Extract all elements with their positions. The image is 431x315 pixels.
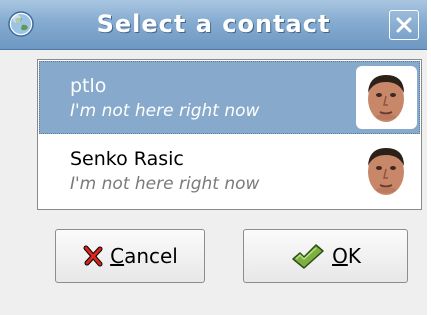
face-avatar bbox=[368, 75, 404, 122]
window-edge bbox=[427, 0, 431, 315]
cancel-button[interactable]: Cancel bbox=[55, 229, 205, 283]
contact-list[interactable]: ptlo I'm not here right now Senko Rasic … bbox=[37, 59, 422, 210]
ok-label-rest: K bbox=[347, 244, 361, 268]
red-x-icon bbox=[83, 245, 103, 267]
contact-row[interactable]: ptlo I'm not here right now bbox=[39, 61, 420, 134]
titlebar[interactable]: Select a contact bbox=[0, 0, 427, 50]
dialog-title: Select a contact bbox=[96, 10, 331, 38]
contact-status: I'm not here right now bbox=[70, 101, 260, 121]
face-avatar bbox=[368, 148, 404, 195]
contact-name: ptlo bbox=[70, 75, 107, 97]
close-button[interactable] bbox=[389, 10, 419, 40]
ok-mnemonic: O bbox=[332, 244, 348, 268]
select-contact-dialog: Select a contact ptlo I'm not here right… bbox=[0, 0, 431, 315]
ok-button[interactable]: OK bbox=[243, 229, 408, 283]
close-icon bbox=[396, 17, 412, 33]
ok-label: OK bbox=[332, 244, 361, 268]
cancel-label: Cancel bbox=[110, 244, 178, 268]
contact-name: Senko Rasic bbox=[70, 148, 184, 170]
cancel-mnemonic: C bbox=[110, 244, 125, 268]
avatar bbox=[356, 139, 417, 202]
cancel-label-rest: ancel bbox=[124, 244, 178, 268]
contact-row[interactable]: Senko Rasic I'm not here right now bbox=[39, 134, 420, 207]
avatar bbox=[356, 66, 417, 129]
green-checkmark-icon bbox=[292, 244, 324, 269]
contact-status: I'm not here right now bbox=[70, 174, 260, 194]
